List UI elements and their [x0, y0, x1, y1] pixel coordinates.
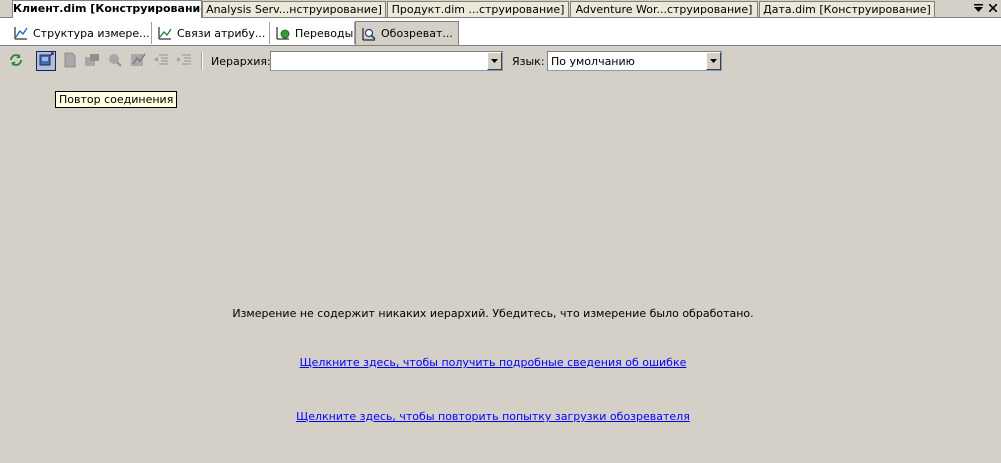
document-tab-adventure-works[interactable]: Adventure Wor...струирование] — [570, 1, 758, 17]
properties-icon — [84, 52, 100, 71]
tab-dimension-structure[interactable]: Структура измере... — [8, 22, 152, 44]
hierarchy-label: Иерархия: — [211, 55, 271, 68]
translations-icon — [276, 26, 290, 40]
dimension-designer-window: Клиент.dim [Конструирование] Analysis Se… — [0, 0, 1001, 463]
tab-list-dropdown-icon[interactable] — [974, 2, 983, 15]
document-icon — [63, 52, 77, 71]
tab-translations[interactable]: Переводы — [270, 22, 355, 44]
decrease-indent-icon — [153, 52, 169, 71]
browser-content-area: Измерение не содержит никаких иерархий. … — [0, 76, 1001, 463]
reconnect-button[interactable] — [36, 51, 56, 71]
reconnect-tooltip: Повтор соединения — [55, 91, 178, 108]
tab-label: Структура измере... — [33, 26, 150, 40]
increase-indent-icon — [176, 52, 192, 71]
language-select[interactable]: По умолчанию — [547, 51, 722, 71]
tab-label: Переводы — [295, 26, 354, 40]
no-hierarchies-message: Измерение не содержит никаких иерархий. … — [232, 307, 754, 320]
tab-label: Обозреват... — [381, 27, 453, 40]
retry-load-browser-link[interactable]: Щелкните здесь, чтобы повторить попытку … — [0, 410, 986, 423]
tab-browser[interactable]: Обозреват... — [355, 21, 459, 45]
close-document-icon[interactable] — [988, 2, 998, 15]
designer-tab-strip: Структура измере... Связи атрибу... Пере… — [0, 18, 1001, 46]
language-label: Язык: — [512, 55, 545, 68]
process-icon — [8, 52, 24, 71]
error-details-link[interactable]: Щелкните здесь, чтобы получить подробные… — [0, 356, 986, 369]
chart-icon — [130, 52, 146, 71]
language-select-value: По умолчанию — [551, 55, 635, 68]
document-tab-product[interactable]: Продукт.dim ...струирование] — [387, 1, 569, 17]
filter-button[interactable] — [105, 51, 125, 71]
browser-icon — [362, 27, 376, 41]
decrease-indent-button[interactable] — [151, 51, 171, 71]
chart-button[interactable] — [128, 51, 148, 71]
document-tab-date[interactable]: Дата.dim [Конструирование] — [759, 1, 935, 17]
tab-label: Связи атрибу... — [177, 26, 266, 40]
hierarchy-select[interactable] — [270, 51, 503, 71]
toolbar-separator — [201, 52, 203, 70]
dimension-structure-icon — [14, 26, 28, 40]
document-tab-analysis-services[interactable]: Analysis Serv...нструирование] — [202, 1, 386, 17]
chevron-down-icon — [491, 59, 498, 63]
process-button[interactable] — [6, 51, 26, 71]
document-tab-controls — [967, 1, 998, 15]
tab-attribute-relationships[interactable]: Связи атрибу... — [152, 22, 270, 44]
chevron-down-icon — [710, 59, 717, 63]
increase-indent-button[interactable] — [174, 51, 194, 71]
new-member-button[interactable] — [60, 51, 80, 71]
document-tab-client[interactable]: Клиент.dim [Конструирование] — [12, 0, 202, 18]
reconnect-icon — [38, 51, 54, 71]
member-properties-button[interactable] — [82, 51, 102, 71]
document-tab-strip: Клиент.dim [Конструирование] Analysis Se… — [0, 0, 1001, 18]
hierarchy-dropdown-button[interactable] — [487, 52, 502, 70]
language-dropdown-button[interactable] — [706, 52, 721, 70]
filter-icon — [107, 52, 123, 71]
browser-toolbar: Иерархия: Язык: По умолчанию — [0, 46, 1001, 76]
attribute-relationships-icon — [158, 26, 172, 40]
